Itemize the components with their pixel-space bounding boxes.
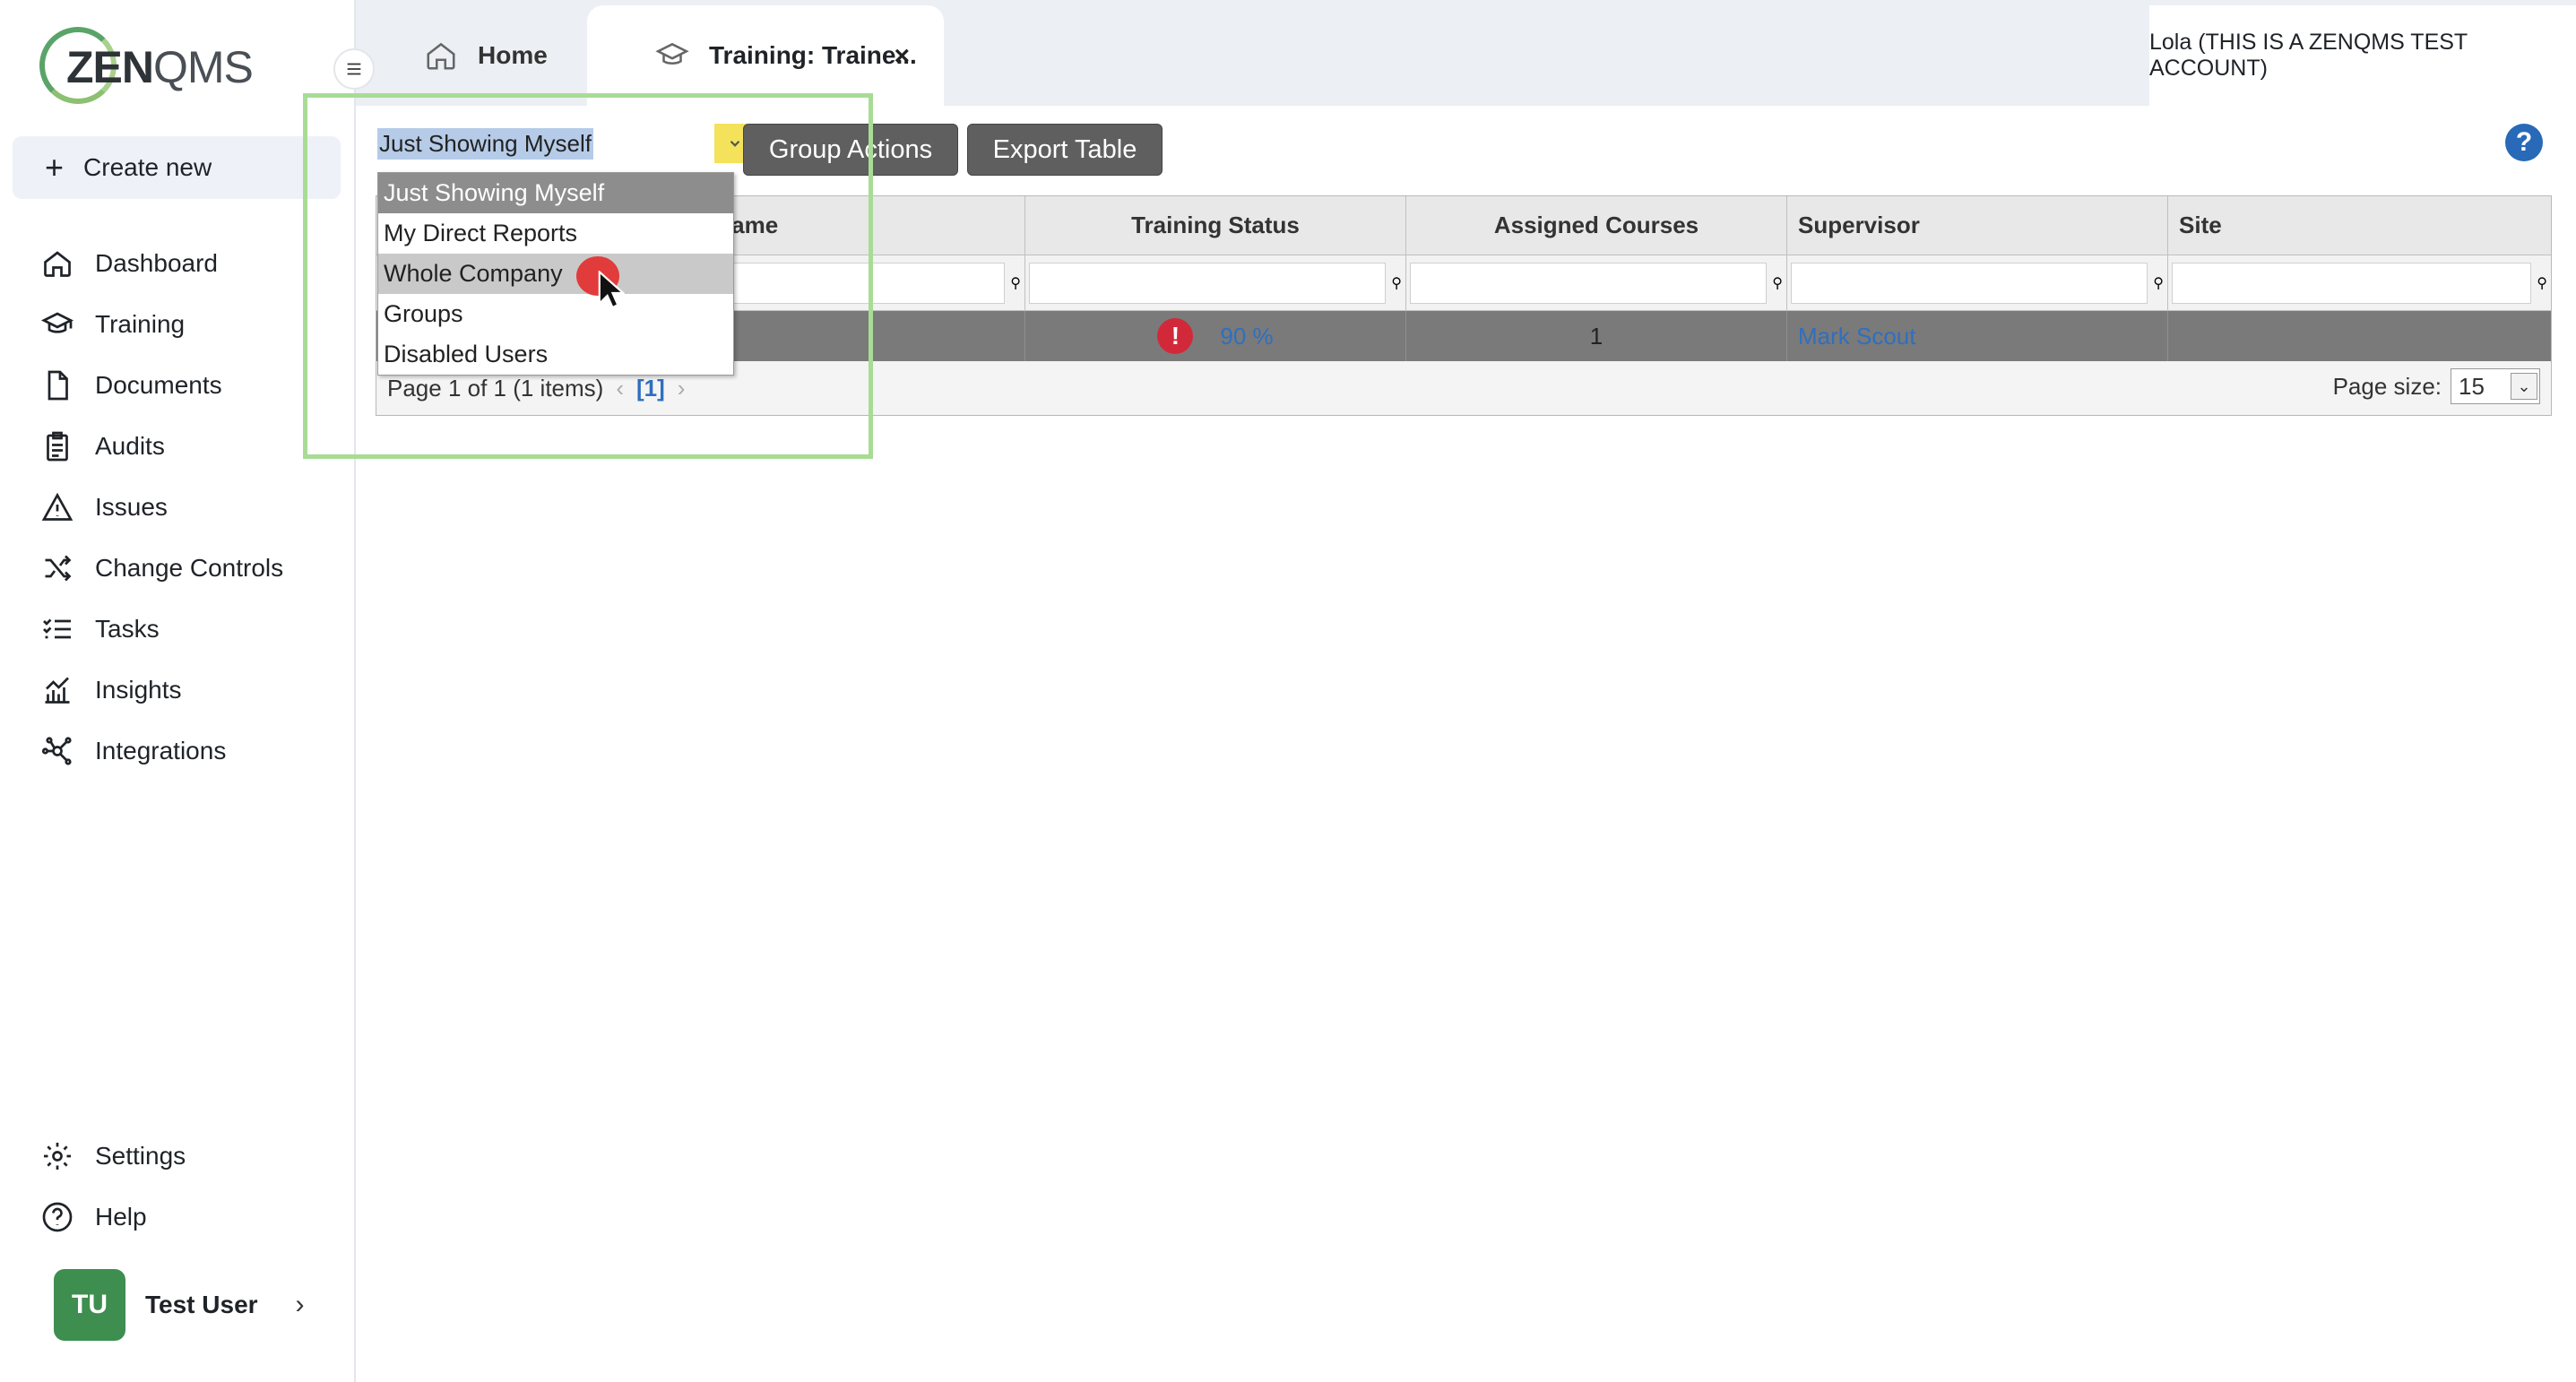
clipboard-icon [47,431,68,462]
filter-input-assigned[interactable] [1410,262,1768,304]
main-content: Just Showing Myself Group Actions Export… [303,93,2576,1382]
column-header-assigned-courses[interactable]: Assigned Courses [1406,196,1787,255]
sidebar-item-label: Documents [95,371,222,399]
menu-icon [347,63,361,75]
sidebar-item-label: Integrations [95,737,227,764]
help-icon[interactable]: ? [2505,124,2543,161]
sidebar-item-tasks[interactable]: Tasks [0,599,356,660]
filter-icon[interactable]: ⚲ [1010,274,1021,292]
column-header-training-status[interactable]: Training Status [1025,196,1406,255]
sidebar-item-label: Change Controls [95,554,284,582]
warning-icon [41,492,73,521]
network-icon [41,737,72,765]
sidebar-item-issues[interactable]: Issues [0,477,356,538]
cell-training-status: ! 90 % [1025,311,1406,361]
chevron-right-icon: › [295,1290,305,1319]
close-icon[interactable]: × [894,41,910,72]
home-icon [44,251,71,277]
page-size-select[interactable]: 15 ⌄ [2451,368,2540,404]
filter-input-status[interactable] [1029,262,1387,304]
bottom-nav: Settings Help [0,1126,356,1248]
column-header-site[interactable]: Site [2168,196,2551,255]
sidebar-item-change-controls[interactable]: Change Controls [0,538,356,599]
logo-zen: ZEN [66,42,154,92]
sidebar-item-insights[interactable]: Insights [0,660,356,721]
plus-icon: + [45,149,65,186]
filter-icon[interactable]: ⚲ [2153,274,2164,292]
cursor-icon [598,271,625,309]
shuffle-icon [45,555,72,582]
create-new-button[interactable]: + Create new [13,136,341,199]
graduation-cap-icon [41,312,73,333]
sidebar-item-label: Settings [95,1142,186,1170]
sidebar-item-label: Dashboard [95,249,218,277]
sidebar-item-label: Issues [95,493,168,521]
checklist-icon [43,618,71,639]
page-size-label: Page size: [2332,372,2442,400]
account-label: Lola (THIS IS A ZENQMS TEST ACCOUNT) [2149,5,2576,106]
filter-input-supervisor[interactable] [1791,262,2148,304]
logo-qms: QMS [153,42,254,92]
page-size-control: Page size: 15 ⌄ [2333,368,2540,404]
sidebar-item-label: Insights [95,676,182,704]
document-icon [48,370,68,401]
gear-icon [44,1143,71,1170]
sidebar-item-integrations[interactable]: Integrations [0,721,356,782]
zenqms-logo[interactable]: ZENQMS [39,27,254,104]
tab-home[interactable]: Home [356,5,582,106]
help-circle-icon [42,1202,73,1232]
chevron-down-icon: ⌄ [2511,373,2537,400]
avatar: TU [54,1269,125,1341]
chart-icon [45,677,70,704]
sidebar-item-label: Help [95,1203,147,1231]
sidebar-item-help[interactable]: Help [0,1187,356,1248]
sidebar-item-settings[interactable]: Settings [0,1126,356,1187]
home-icon [427,42,455,70]
filter-icon[interactable]: ⚲ [1391,274,1402,292]
user-name: Test User [145,1291,258,1318]
sidebar-collapse-button[interactable] [333,48,375,90]
tab-bar: Home Training: Traine... × Lola (THIS IS… [356,0,2576,106]
cell-supervisor: Mark Scout [1787,311,2168,361]
filter-icon[interactable]: ⚲ [2537,274,2547,292]
sidebar-item-label: Training [95,310,186,338]
tab-training[interactable]: Training: Traine... × [587,5,944,106]
supervisor-link[interactable]: Mark Scout [1798,323,1916,350]
cell-site [2168,311,2551,361]
alert-icon: ! [1157,318,1194,354]
graduation-cap-icon [655,42,689,65]
create-new-label: Create new [83,153,212,181]
sidebar-item-label: Tasks [95,615,160,643]
export-table-button[interactable]: Export Table [967,124,1163,176]
cell-assigned-courses: 1 [1406,311,1787,361]
filter-input-site[interactable] [2172,262,2532,304]
tab-label: Home [478,41,548,69]
sidebar-item-label: Audits [95,432,165,460]
tab-label: Training: Traine... [709,41,917,69]
user-menu[interactable]: TU Test User › [54,1269,305,1341]
status-link[interactable]: 90 % [1220,323,1273,350]
column-header-supervisor[interactable]: Supervisor [1787,196,2168,255]
filter-icon[interactable]: ⚲ [1772,274,1783,292]
